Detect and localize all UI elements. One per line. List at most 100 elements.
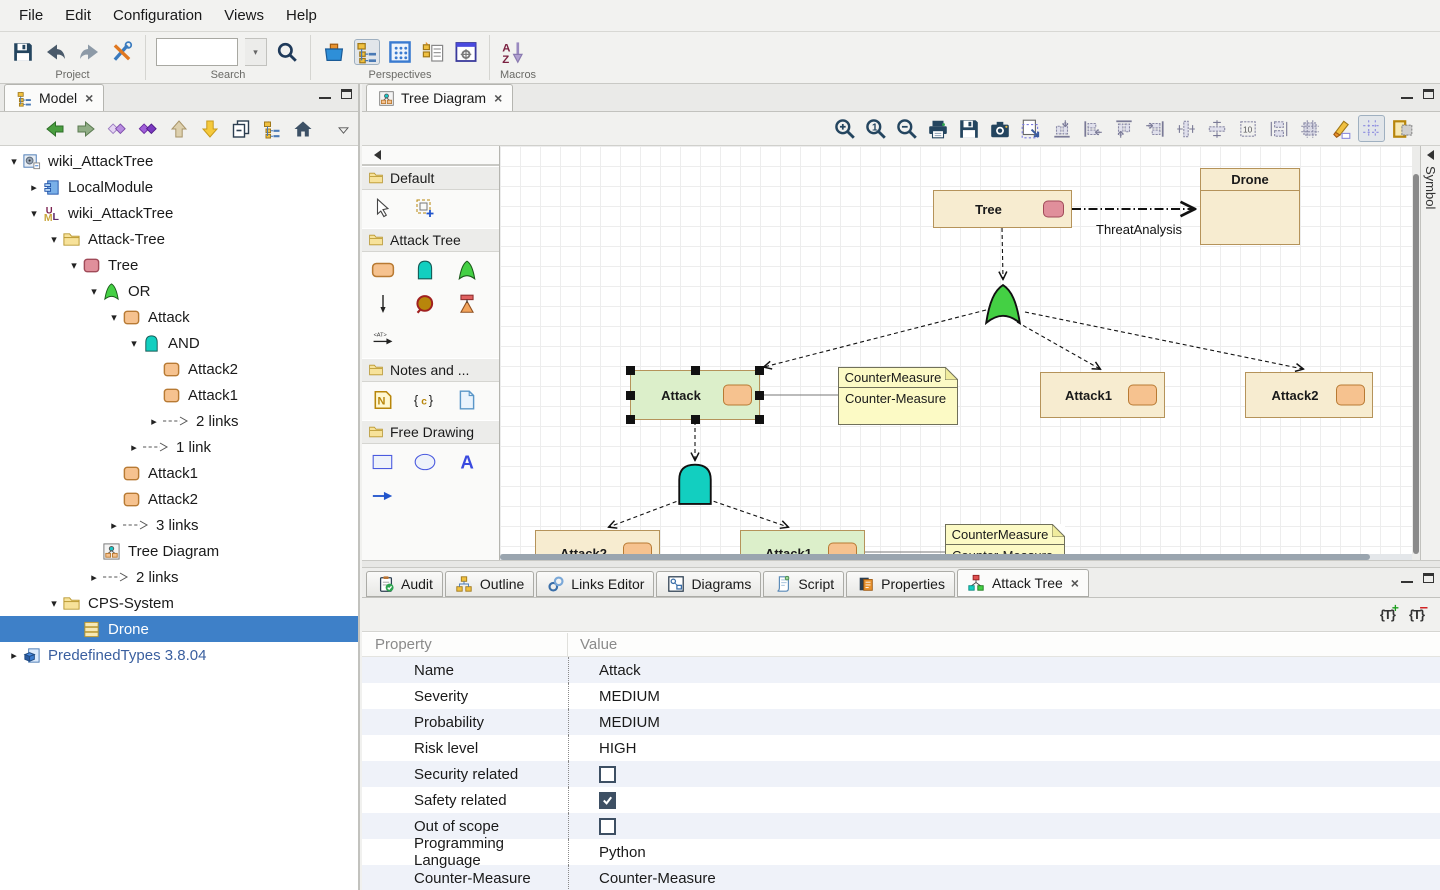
minimize-icon[interactable] <box>319 90 331 99</box>
diamonds-light-icon[interactable] <box>106 118 128 140</box>
table-list-icon[interactable] <box>420 39 446 65</box>
property-value[interactable]: HIGH <box>568 735 1440 761</box>
attack-node[interactable]: Attack <box>630 370 760 420</box>
checkbox-safety-related[interactable] <box>599 792 616 809</box>
add-property-icon[interactable]: {T}+ <box>1380 607 1395 622</box>
print-icon[interactable] <box>924 115 951 142</box>
close-icon[interactable]: × <box>1071 575 1079 591</box>
tree-item-attack1[interactable]: Attack1 <box>0 460 358 486</box>
save-navy-icon[interactable] <box>955 115 982 142</box>
align-bottom-icon[interactable] <box>1110 115 1137 142</box>
model-tree-icon[interactable] <box>354 39 380 65</box>
menu-views[interactable]: Views <box>213 7 275 24</box>
palette-section-free-drawing[interactable]: Free Drawing <box>362 420 499 444</box>
nav-back-icon[interactable] <box>44 118 66 140</box>
menu-edit[interactable]: Edit <box>54 7 102 24</box>
minimize-icon[interactable] <box>1401 90 1413 99</box>
selection-handle[interactable] <box>691 415 700 424</box>
maximize-icon[interactable] <box>341 89 352 99</box>
selection-handle[interactable] <box>626 366 635 375</box>
tree-item-wiki-attacktree[interactable]: ▾wiki_AttackTree <box>0 148 358 174</box>
caret-icon[interactable]: ▾ <box>6 155 22 168</box>
tree-item-tree-diagram[interactable]: Tree Diagram <box>0 538 358 564</box>
palette-tool-timer[interactable] <box>454 292 480 316</box>
close-icon[interactable]: × <box>494 90 502 106</box>
selection-handle[interactable] <box>626 391 635 400</box>
caret-icon[interactable]: ▸ <box>146 415 162 428</box>
palette-section-attack-tree[interactable]: Attack Tree <box>362 228 499 252</box>
save-icon[interactable] <box>10 39 36 65</box>
palette-tool-constraint[interactable]: {c} <box>412 388 438 412</box>
palette-tool-note[interactable]: N <box>370 388 396 412</box>
attack1-node[interactable]: Attack1 <box>1040 372 1165 418</box>
home-icon[interactable] <box>292 118 314 140</box>
maximize-icon[interactable] <box>1423 89 1434 99</box>
selection-handle[interactable] <box>755 391 764 400</box>
zoom-in-icon[interactable] <box>831 115 858 142</box>
zoom-out-icon[interactable] <box>893 115 920 142</box>
caret-icon[interactable]: ▸ <box>26 181 42 194</box>
down-arrow-icon[interactable] <box>199 118 221 140</box>
camera-icon[interactable] <box>986 115 1013 142</box>
grid-icon[interactable] <box>1358 115 1385 142</box>
search-icon[interactable] <box>274 39 300 65</box>
tab-links-editor[interactable]: Links Editor <box>536 571 654 597</box>
align-left-icon[interactable] <box>1079 115 1106 142</box>
drawer-icon[interactable] <box>321 39 347 65</box>
palette-tool-arrow-tool[interactable] <box>370 484 396 508</box>
caret-icon[interactable]: ▾ <box>106 311 122 324</box>
sort-az-icon[interactable]: AZ <box>500 39 526 65</box>
selection-handle[interactable] <box>691 366 700 375</box>
palette-tool-cursor[interactable] <box>370 196 396 220</box>
caret-icon[interactable]: ▾ <box>126 337 142 350</box>
maximize-icon[interactable] <box>1423 573 1434 583</box>
property-row-risk-level[interactable]: Risk levelHIGH <box>362 735 1440 761</box>
property-value[interactable] <box>568 787 1440 813</box>
property-value[interactable]: MEDIUM <box>568 709 1440 735</box>
crop-icon[interactable] <box>1296 115 1323 142</box>
tree-item-and[interactable]: ▾AND <box>0 330 358 356</box>
symbol-panel-collapsed[interactable]: Symbol <box>1420 146 1440 560</box>
caret-icon[interactable]: ▾ <box>66 259 82 272</box>
distribute-horizontal-icon[interactable] <box>1203 115 1230 142</box>
tab-model[interactable]: Model × <box>4 84 104 111</box>
menu-caret-icon[interactable] <box>337 122 350 140</box>
property-value[interactable] <box>568 813 1440 839</box>
diamonds-dark-icon[interactable] <box>137 118 159 140</box>
diagram-canvas[interactable]: ThreatAnalysis TreeDroneAttackCounterMea… <box>500 146 1412 554</box>
tab-attack-tree[interactable]: Attack Tree× <box>957 569 1089 597</box>
caret-icon[interactable]: ▸ <box>126 441 142 454</box>
palette-tool-rectangle[interactable] <box>370 450 396 474</box>
tab-tree-diagram[interactable]: Tree Diagram × <box>366 84 513 111</box>
search-input[interactable] <box>156 38 238 66</box>
window-settings-icon[interactable] <box>453 39 479 65</box>
symbol-export-icon[interactable] <box>1389 115 1416 142</box>
checkbox-out-of-scope[interactable] <box>599 818 616 835</box>
property-value[interactable]: Attack <box>568 657 1440 683</box>
align-top-icon[interactable] <box>1048 115 1075 142</box>
caret-icon[interactable]: ▾ <box>26 207 42 220</box>
up-arrow-icon[interactable] <box>168 118 190 140</box>
property-value[interactable] <box>568 761 1440 787</box>
property-value[interactable]: Python <box>568 839 1440 865</box>
nav-forward-icon[interactable] <box>75 118 97 140</box>
property-row-severity[interactable]: SeverityMEDIUM <box>362 683 1440 709</box>
countermeasure-note-1[interactable]: CounterMeasureCounter-Measure <box>838 367 958 425</box>
caret-icon[interactable]: ▾ <box>86 285 102 298</box>
palette-tool-ellipse[interactable] <box>412 450 438 474</box>
or-gate-node[interactable] <box>981 283 1025 325</box>
palette-tool-document[interactable] <box>454 388 480 412</box>
selection-handle[interactable] <box>626 415 635 424</box>
caret-icon[interactable]: ▸ <box>106 519 122 532</box>
tab-script[interactable]: Script <box>763 571 844 597</box>
tab-properties[interactable]: Properties <box>846 571 955 597</box>
export-selection-icon[interactable] <box>1017 115 1044 142</box>
format-brush-icon[interactable] <box>1327 115 1354 142</box>
copy-icon[interactable] <box>230 118 252 140</box>
model-tree-icon[interactable] <box>261 118 283 140</box>
selection-handle[interactable] <box>755 366 764 375</box>
caret-icon[interactable]: ▸ <box>6 649 22 662</box>
tab-audit[interactable]: Audit <box>366 571 443 597</box>
back-icon[interactable] <box>43 39 69 65</box>
tree-item-attack2[interactable]: Attack2 <box>0 356 358 382</box>
